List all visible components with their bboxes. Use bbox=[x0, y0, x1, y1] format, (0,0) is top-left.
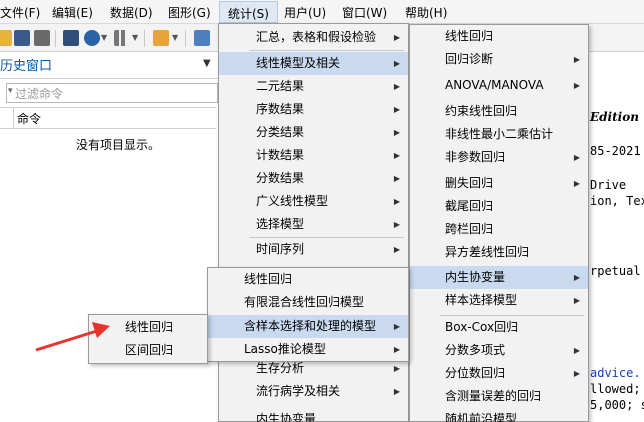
arrow-head bbox=[92, 322, 110, 338]
arrow-shaft bbox=[35, 328, 101, 352]
annotation-arrow-icon bbox=[35, 322, 110, 352]
